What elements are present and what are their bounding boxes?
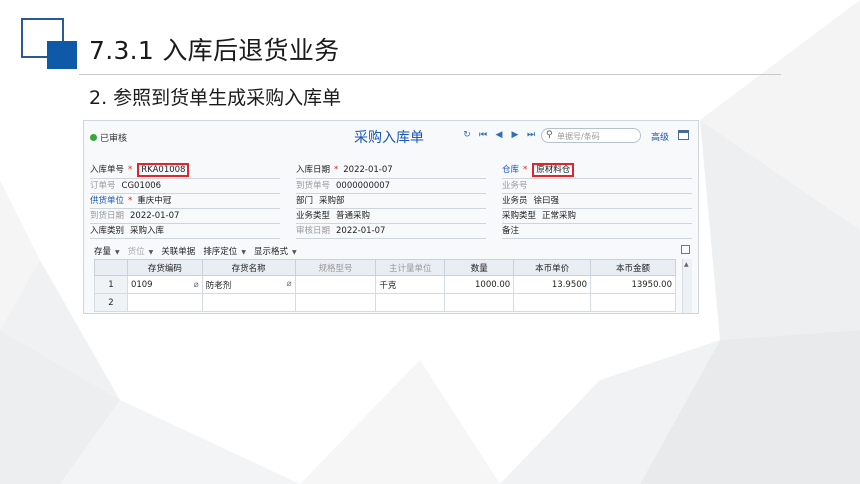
slide-title-box: 7.3.1 入库后退货业务 <box>79 28 350 70</box>
maximize-icon[interactable] <box>681 245 690 254</box>
next-record-icon[interactable]: ▶ <box>510 130 520 140</box>
search-icon: ⚲ <box>546 130 553 140</box>
order-no-field[interactable]: 订单号 CG01006 <box>90 180 161 192</box>
search-input[interactable]: ⚲ 单据号/条码 <box>541 128 641 143</box>
unit-cell[interactable] <box>375 293 446 312</box>
department-field[interactable]: 部门 采购部 <box>296 195 345 207</box>
quantity-cell[interactable] <box>444 293 515 312</box>
unit-price-cell[interactable]: 13.9500 <box>513 275 592 294</box>
chevron-down-icon: ▼ <box>115 248 120 256</box>
spec-cell[interactable] <box>294 275 377 294</box>
items-table: 存货编码 存货名称 规格型号 主计量单位 数量 本币单价 本币金额 1 0109… <box>94 259 676 312</box>
slide-title: 7.3.1 入库后退货业务 <box>89 36 340 65</box>
refresh-icon[interactable]: ↻ <box>462 130 472 140</box>
audit-date-field[interactable]: 审核日期 2022-01-07 <box>296 225 385 237</box>
unit-price-cell[interactable] <box>513 293 592 312</box>
advanced-search-link[interactable]: 高级 <box>651 130 669 143</box>
purchase-receipt-window: 已审核 采购入库单 ↻ ⏮ ◀ ▶ ⏭ ⚲ 单据号/条码 高级 入库单号 * RKA… <box>83 120 699 314</box>
chevron-down-icon: ▼ <box>148 248 154 256</box>
grid-toolbar: 存量 ▼ 货位 ▼ 关联单据 排序定位 ▼ 显示格式 ▼ <box>94 244 305 257</box>
warehouse-value: 原材料仓 <box>532 163 575 177</box>
slide-subtitle: 2. 参照到货单生成采购入库单 <box>89 86 342 109</box>
title-divider <box>79 74 781 75</box>
item-code-cell[interactable] <box>126 293 203 312</box>
item-name-cell[interactable] <box>201 293 296 312</box>
app-header: 已审核 采购入库单 ↻ ⏮ ◀ ▶ ⏭ ⚲ 单据号/条码 高级 <box>84 121 698 153</box>
related-docs-button[interactable]: 关联单据 <box>161 245 195 257</box>
warehouse-field[interactable]: 仓库 * 原材料仓 <box>502 163 575 177</box>
supplier-field[interactable]: 供货单位 * 重庆中冠 <box>90 195 171 207</box>
last-record-icon[interactable]: ⏭ <box>526 130 536 140</box>
purchase-type-field[interactable]: 采购类型 正常采购 <box>502 210 576 222</box>
slide-subtitle-box: 2. 参照到货单生成采购入库单 <box>79 81 352 111</box>
item-code-cell[interactable]: 0109 ⌀ <box>126 275 203 294</box>
display-format-button[interactable]: 显示格式 ▼ <box>254 245 297 257</box>
record-navigation: ↻ ⏮ ◀ ▶ ⏭ <box>462 130 536 140</box>
receipt-date-field[interactable]: 入库日期 * 2022-01-07 <box>296 164 393 176</box>
remark-field[interactable]: 备注 <box>502 225 519 237</box>
business-no-field[interactable]: 业务号 <box>502 180 528 192</box>
receipt-category-field[interactable]: 入库类别 采购入库 <box>90 225 164 237</box>
receipt-no-field[interactable]: 入库单号 * RKA01008 <box>90 163 190 177</box>
column-header[interactable]: 本币金额 <box>590 259 676 276</box>
chevron-down-icon: ▼ <box>241 248 246 256</box>
first-record-icon[interactable]: ⏮ <box>478 130 488 140</box>
prev-record-icon[interactable]: ◀ <box>494 130 504 140</box>
layout-settings-icon[interactable] <box>678 130 689 140</box>
arrival-date-field[interactable]: 到货日期 2022-01-07 <box>90 210 179 222</box>
column-header[interactable]: 存货编码 <box>126 259 203 276</box>
chevron-down-icon: ▼ <box>291 248 297 256</box>
search-placeholder: 单据号/条码 <box>557 132 600 141</box>
spec-cell[interactable] <box>294 293 377 312</box>
reference-icon[interactable]: ⌀ <box>194 280 199 290</box>
scroll-up-icon[interactable]: ▲ <box>684 261 689 268</box>
quantity-cell[interactable]: 1000.00 <box>444 275 515 294</box>
column-header[interactable]: 存货名称 <box>201 259 296 276</box>
document-title: 采购入库单 <box>354 130 424 146</box>
arrival-no-field[interactable]: 到货单号 0000000007 <box>296 180 390 192</box>
row-number-header <box>94 259 128 276</box>
clerk-field[interactable]: 业务员 徐曰强 <box>502 195 559 207</box>
business-type-field[interactable]: 业务类型 普通采购 <box>296 210 370 222</box>
sort-button[interactable]: 排序定位 ▼ <box>203 245 246 257</box>
amount-cell[interactable] <box>590 293 676 312</box>
reference-icon[interactable]: ⌀ <box>286 279 291 289</box>
stock-button[interactable]: 存量 ▼ <box>94 245 120 257</box>
unit-cell[interactable]: 千克 <box>375 275 446 294</box>
receipt-no-value: RKA01008 <box>137 163 190 177</box>
item-name-cell[interactable]: 防老剂 ⌀ <box>201 275 296 294</box>
column-header[interactable]: 主计量单位 <box>375 259 446 276</box>
title-corner-block <box>47 41 77 69</box>
approved-status-icon <box>90 134 97 141</box>
table-row[interactable]: 1 0109 ⌀ 防老剂 ⌀ 千克 1000.00 13.9500 13950.00 <box>94 275 676 294</box>
table-scrollbar[interactable]: ▲ <box>682 259 692 313</box>
column-header[interactable]: 数量 <box>444 259 515 276</box>
column-header[interactable]: 本币单价 <box>513 259 592 276</box>
allocate-button[interactable]: 货位 ▼ <box>128 245 154 257</box>
column-header[interactable]: 规格型号 <box>294 259 377 276</box>
row-number: 1 <box>94 275 128 294</box>
table-row[interactable]: 2 <box>94 293 676 312</box>
status-label: 已审核 <box>100 134 128 144</box>
amount-cell[interactable]: 13950.00 <box>590 275 676 294</box>
row-number: 2 <box>94 293 128 312</box>
